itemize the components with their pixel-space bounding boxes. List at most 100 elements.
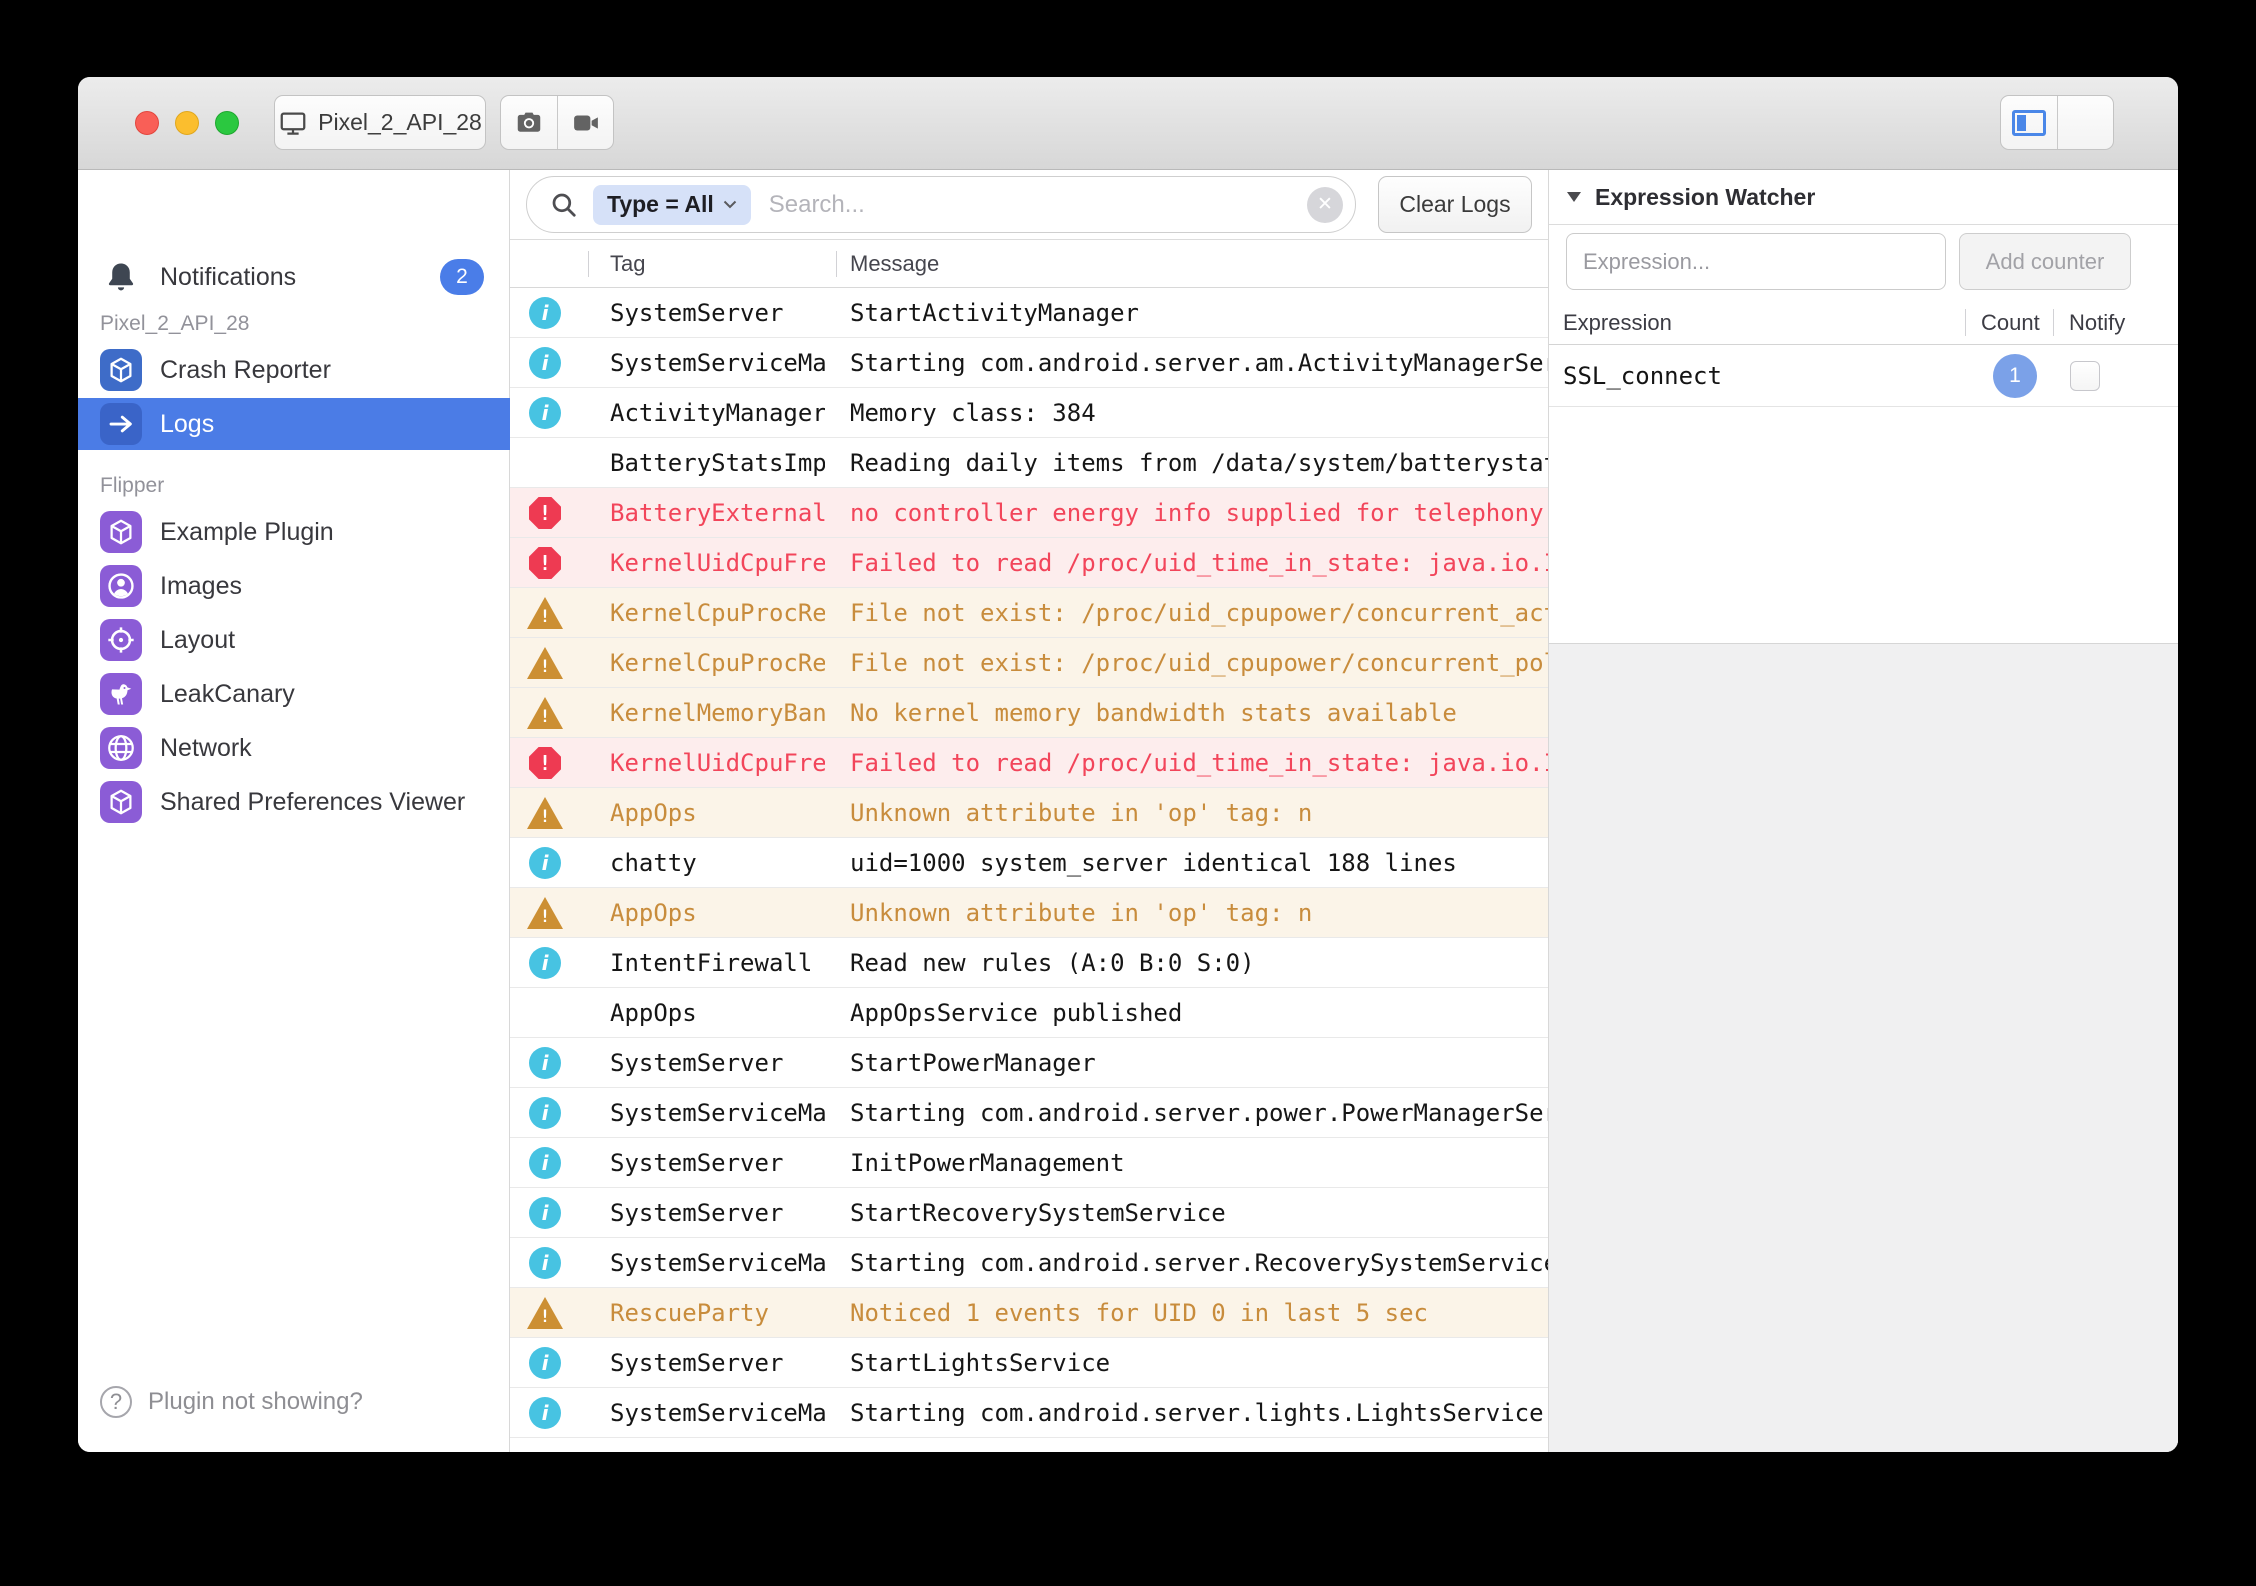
camera-icon [514, 108, 544, 138]
log-row[interactable]: iSystemServerStartLightsService [510, 1338, 1548, 1388]
log-message: Starting com.android.server.lights.Light… [850, 1388, 1548, 1438]
plugin-help-link[interactable]: ? Plugin not showing? [78, 1380, 510, 1424]
log-tag: IntentFirewall [610, 938, 825, 988]
minimize-window-button[interactable] [175, 111, 199, 135]
sidebar-item-network[interactable]: Network [78, 722, 510, 774]
zoom-window-button[interactable] [215, 111, 239, 135]
warning-icon: ! [527, 697, 563, 729]
log-tag: SystemServiceManager [610, 1238, 825, 1288]
expression-watcher-header[interactable]: Expression Watcher [1549, 170, 2178, 225]
column-header-count: Count [1981, 300, 2040, 345]
log-row[interactable]: !KernelCpuProcReaderFile not exist: /pro… [510, 638, 1548, 688]
sidebar-item-crash-reporter[interactable]: Crash Reporter [78, 344, 510, 396]
log-row[interactable]: iSystemServerStartRecoverySystemService [510, 1188, 1548, 1238]
column-header-expression: Expression [1563, 300, 1672, 345]
warning-icon: ! [527, 1297, 563, 1329]
sidebar-item-leakcanary[interactable]: LeakCanary [78, 668, 510, 720]
watcher-expression: SSL_connect [1563, 345, 1722, 407]
log-row[interactable]: !AppOpsUnknown attribute in 'op' tag: n [510, 888, 1548, 938]
log-row[interactable]: iSystemServerInitPowerManagement [510, 1138, 1548, 1188]
column-header-tag: Tag [610, 240, 645, 288]
notifications-badge: 2 [440, 259, 484, 295]
log-row[interactable]: iActivityManagerMemory class: 384 [510, 388, 1548, 438]
log-tag: AppOps [610, 788, 825, 838]
type-filter-label: Type = All [607, 191, 714, 218]
toggle-left-sidebar-button[interactable] [2001, 96, 2057, 149]
toggle-right-sidebar-button[interactable] [2057, 96, 2113, 149]
column-header-notify: Notify [2069, 300, 2125, 345]
log-row[interactable]: iIntentFirewallRead new rules (A:0 B:0 S… [510, 938, 1548, 988]
expression-input[interactable] [1566, 233, 1946, 290]
sidebar-item-images[interactable]: Images [78, 560, 510, 612]
log-row[interactable]: ichattyuid=1000 system_server identical … [510, 838, 1548, 888]
log-row[interactable]: !AppOpsUnknown attribute in 'op' tag: n [510, 788, 1548, 838]
info-icon: i [529, 347, 561, 379]
log-tag: KernelCpuProcReader [610, 638, 825, 688]
sidebar-item-layout[interactable]: Layout [78, 614, 510, 666]
expression-watcher-title: Expression Watcher [1595, 184, 1815, 211]
sidebar-item-shared-preferences-viewer[interactable]: Shared Preferences Viewer [78, 776, 510, 828]
close-window-button[interactable] [135, 111, 159, 135]
expression-watcher-panel: Expression Watcher Add counter Expressio… [1548, 170, 2178, 1452]
sidebar-item-label: Layout [160, 626, 510, 655]
log-row[interactable]: ! KernelUidCpuFreqTimeReader Failed to rea… [510, 538, 1548, 588]
log-tag: KernelUidCpuFreqTimeReader [610, 538, 825, 588]
search-input[interactable] [767, 190, 1307, 220]
log-row[interactable]: !RescuePartyNoticed 1 events for UID 0 i… [510, 1288, 1548, 1338]
monitor-icon [278, 108, 308, 138]
add-counter-button[interactable]: Add counter [1959, 233, 2131, 290]
cube-icon [100, 511, 142, 553]
log-row[interactable]: AppOpsAppOpsService published [510, 988, 1548, 1038]
log-row[interactable]: BatteryStatsImpl Reading daily items from… [510, 438, 1548, 488]
info-icon: i [529, 947, 561, 979]
globe-icon [100, 727, 142, 769]
sidebar-item-example-plugin[interactable]: Example Plugin [78, 506, 510, 558]
log-tag: BatteryStatsImpl [610, 438, 825, 488]
sidebar-item-label: Network [160, 734, 510, 763]
log-tag: SystemServiceManager [610, 1388, 825, 1438]
log-row[interactable]: iSystemServerStartActivityManager [510, 288, 1548, 338]
bird-icon [100, 673, 142, 715]
sidebar-item-label: Example Plugin [160, 518, 510, 547]
log-row[interactable]: iSystemServiceManagerStarting com.androi… [510, 1088, 1548, 1138]
log-row[interactable]: !KernelMemoryBandwidthStatsNo kernel mem… [510, 688, 1548, 738]
search-bar[interactable]: Type = All ✕ [526, 176, 1356, 233]
sidebar-item-logs[interactable]: Logs [78, 398, 510, 450]
device-selector-button[interactable]: Pixel_2_API_28 [274, 95, 486, 150]
screen-record-button[interactable] [557, 96, 613, 149]
log-row[interactable]: iSystemServiceManagerStarting com.androi… [510, 338, 1548, 388]
log-row[interactable]: iSystemServiceManagerStarting com.androi… [510, 1238, 1548, 1288]
log-row[interactable]: iSystemServiceManagerStarting com.androi… [510, 1388, 1548, 1438]
info-icon: i [529, 1147, 561, 1179]
log-row[interactable]: !KernelUidCpuFreqTimeReaderFailed to rea… [510, 738, 1548, 788]
clear-search-icon[interactable]: ✕ [1307, 187, 1343, 223]
clear-logs-button[interactable]: Clear Logs [1378, 176, 1532, 233]
logs-toolbar: Type = All ✕ Clear Logs [510, 170, 1548, 240]
notifications-label: Notifications [160, 263, 440, 292]
log-message: uid=1000 system_server identical 188 lin… [850, 838, 1548, 888]
log-message: Reading daily items from /data/system/ba… [850, 438, 1548, 488]
notify-checkbox[interactable] [2070, 361, 2100, 391]
log-row[interactable]: iSystemServerStartPowerManager [510, 1038, 1548, 1088]
sidebar-item-label: Images [160, 572, 510, 601]
sidebar-item-label: LeakCanary [160, 680, 510, 709]
info-icon: i [529, 297, 561, 329]
log-tag: ActivityManager [610, 388, 825, 438]
log-row[interactable]: !BatteryExternalStatsWorkerno controller… [510, 488, 1548, 538]
sidebar-section-label: Flipper [100, 474, 164, 498]
log-message: No kernel memory bandwidth stats availab… [850, 688, 1548, 738]
log-message: Failed to read /proc/uid_time_in_state: … [850, 538, 1548, 588]
log-row[interactable]: !KernelCpuProcReaderFile not exist: /pro… [510, 588, 1548, 638]
type-filter-chip[interactable]: Type = All [593, 185, 751, 225]
arrow-icon [100, 403, 142, 445]
chevron-down-icon [723, 200, 737, 209]
sidebar-item-notifications[interactable]: Notifications 2 [78, 251, 510, 303]
column-header-message: Message [850, 240, 939, 288]
log-message: Failed to read /proc/uid_time_in_state: … [850, 738, 1548, 788]
flipper-window: Pixel_2_API_28 [78, 77, 2178, 1452]
watcher-row[interactable]: SSL_connect1 [1549, 345, 2178, 407]
screenshot-button[interactable] [501, 96, 557, 149]
error-icon: ! [529, 547, 561, 579]
log-message: StartLightsService [850, 1338, 1548, 1388]
info-icon: i [529, 1047, 561, 1079]
